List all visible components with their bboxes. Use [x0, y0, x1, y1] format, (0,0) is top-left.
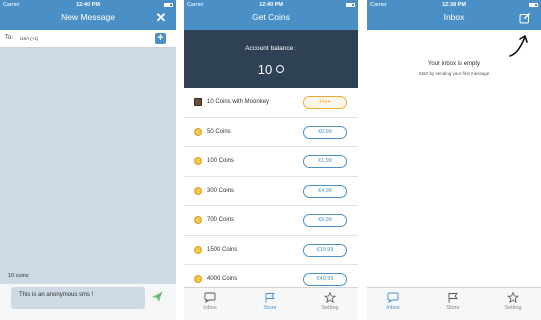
chat-bubble-icon [204, 292, 216, 303]
coin-icon [194, 216, 202, 224]
to-label: To: [5, 35, 14, 41]
price-button[interactable]: €49,99 [303, 273, 347, 286]
balance-value: 10 [257, 62, 273, 77]
navbar: Carrier 12:40 PM Get Coins [184, 0, 358, 30]
price-button[interactable]: €0,99 [303, 125, 347, 139]
package-label: 100 Coins [207, 158, 235, 164]
empty-state-subtitle: Start by sending your first message [418, 71, 490, 76]
clock: 12:40 PM [76, 2, 100, 8]
balance-label: Account balance : [245, 45, 297, 52]
compose-bar: This is an anonymous sms ! [0, 283, 176, 320]
coins-remaining: 10 coins [8, 273, 29, 279]
balance-value-row: 10 [184, 62, 358, 77]
tab-label: Setting [504, 305, 522, 311]
star-icon [507, 292, 519, 303]
clock: 12:40 PM [259, 2, 283, 8]
battery-icon [529, 3, 538, 7]
coin-icon [194, 275, 202, 283]
package-label: 4000 Coins [207, 276, 238, 282]
tab-bar: Inbox Store Setting [184, 287, 358, 320]
account-balance-panel: Account balance : 10 [184, 30, 358, 88]
recipient-row[interactable]: To: USA (+1) + [0, 30, 176, 48]
status-bar: Carrier 12:38 PM [367, 0, 541, 10]
tab-setting[interactable]: Setting [310, 292, 350, 311]
tab-bar: Inbox Store Setting [367, 287, 541, 320]
list-item[interactable]: 100 Coins €1,99 [184, 147, 358, 177]
country-code-selector[interactable]: USA (+1) [20, 36, 38, 41]
coin-icon [194, 245, 202, 254]
list-item[interactable]: 1500 Coins €19,99 [184, 236, 358, 265]
status-bar: Carrier 12:40 PM [0, 0, 176, 10]
list-item[interactable]: 10 Coins with Moonkey Free [184, 88, 358, 118]
package-label: 50 Coins [207, 128, 231, 135]
price-button[interactable]: €9,99 [303, 214, 347, 227]
tab-inbox[interactable]: Inbox [190, 292, 230, 311]
status-bar: Carrier 12:40 PM [184, 0, 358, 10]
tab-label: Store [263, 305, 277, 311]
list-item[interactable]: 300 Coins €4,99 [184, 177, 358, 206]
plus-icon: + [157, 32, 164, 44]
chat-bubble-icon [387, 292, 399, 303]
navbar: Carrier 12:38 PM Inbox [367, 0, 541, 30]
tab-label: Store [446, 305, 460, 311]
tab-inbox[interactable]: Inbox [373, 292, 413, 311]
flag-icon [448, 293, 458, 303]
send-icon[interactable] [151, 291, 163, 303]
tab-label: Inbox [386, 305, 400, 311]
coin-icon [276, 65, 285, 73]
coin-icon [194, 157, 202, 165]
clock: 12:38 PM [442, 2, 466, 8]
new-message-screen: Carrier 12:40 PM New Message ✕ To: USA (… [0, 0, 176, 320]
package-label: 10 Coins with Moonkey [207, 99, 270, 105]
close-icon[interactable]: ✕ [155, 11, 167, 24]
add-recipient-button[interactable]: + [155, 33, 166, 44]
empty-state-title: Your inbox is empty [427, 61, 481, 67]
price-button[interactable]: €19,99 [303, 243, 347, 257]
tab-label: Inbox [203, 305, 217, 311]
page-title: Get Coins [252, 12, 290, 22]
price-button[interactable]: Free [303, 96, 347, 109]
inbox-screen: Carrier 12:38 PM Inbox Your inbox is emp… [367, 0, 541, 320]
tab-setting[interactable]: Setting [493, 292, 533, 311]
tab-label: Setting [321, 305, 339, 311]
list-item[interactable]: 50 Coins €0,99 [184, 118, 358, 147]
tab-store[interactable]: Store [250, 292, 290, 311]
price-button[interactable]: €1,99 [303, 155, 347, 168]
page-title: Inbox [443, 12, 465, 22]
message-input[interactable]: This is an anonymous sms ! [11, 287, 145, 309]
navbar: Carrier 12:40 PM New Message ✕ [0, 0, 176, 30]
star-icon [324, 292, 336, 303]
tab-store[interactable]: Store [433, 292, 473, 311]
coin-icon [194, 186, 202, 195]
list-item[interactable]: 700 Coins €9,99 [184, 206, 358, 236]
arrow-hint-icon [509, 35, 528, 57]
package-label: 1500 Coins [207, 246, 238, 253]
flag-icon [265, 293, 275, 303]
battery-icon [164, 3, 173, 7]
coin-icon [194, 127, 202, 136]
price-button[interactable]: €4,99 [303, 184, 347, 198]
monkey-icon [194, 98, 202, 106]
package-label: 300 Coins [207, 187, 235, 194]
package-label: 700 Coins [207, 217, 235, 223]
battery-icon [346, 3, 355, 7]
store-screen: Carrier 12:40 PM Get Coins Account balan… [184, 0, 358, 320]
compose-icon[interactable] [519, 12, 531, 24]
page-title: New Message [61, 12, 115, 22]
